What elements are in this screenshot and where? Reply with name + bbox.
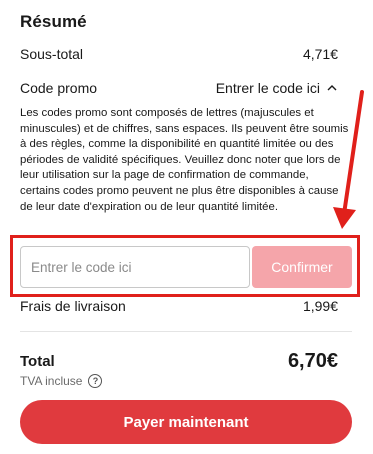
subtotal-row: Sous-total 4,71€ — [20, 46, 338, 62]
subtotal-value: 4,71€ — [302, 46, 338, 62]
question-circle-icon[interactable]: ? — [88, 374, 103, 388]
delivery-row: Frais de livraison 1,99€ — [20, 298, 338, 314]
total-label: Total — [20, 353, 55, 370]
chevron-up-icon — [327, 85, 337, 91]
confirm-button[interactable]: Confirmer — [252, 246, 352, 288]
divider — [20, 331, 352, 332]
promo-row: Code promo Entrer le code ici — [20, 80, 338, 96]
delivery-value: 1,99€ — [302, 298, 338, 314]
promo-label: Code promo — [20, 80, 98, 96]
tax-note-label: TVA incluse — [20, 374, 83, 388]
summary-title: Résumé — [20, 12, 87, 31]
pay-now-button[interactable]: Payer maintenant — [20, 400, 352, 444]
order-summary: Résumé Sous-total 4,71€ Code promo Entre… — [0, 0, 373, 454]
total-row: Total 6,70€ — [20, 350, 338, 373]
promo-code-input[interactable] — [20, 246, 250, 288]
promo-toggle-label: Entrer le code ici — [215, 80, 320, 96]
delivery-label: Frais de livraison — [20, 298, 126, 314]
tax-note: TVA incluse ? — [20, 374, 103, 388]
promo-description: Les codes promo sont composés de lettres… — [20, 107, 349, 213]
subtotal-label: Sous-total — [20, 46, 84, 62]
total-value: 6,70€ — [287, 350, 338, 372]
promo-toggle[interactable]: Entrer le code ici — [216, 80, 338, 96]
